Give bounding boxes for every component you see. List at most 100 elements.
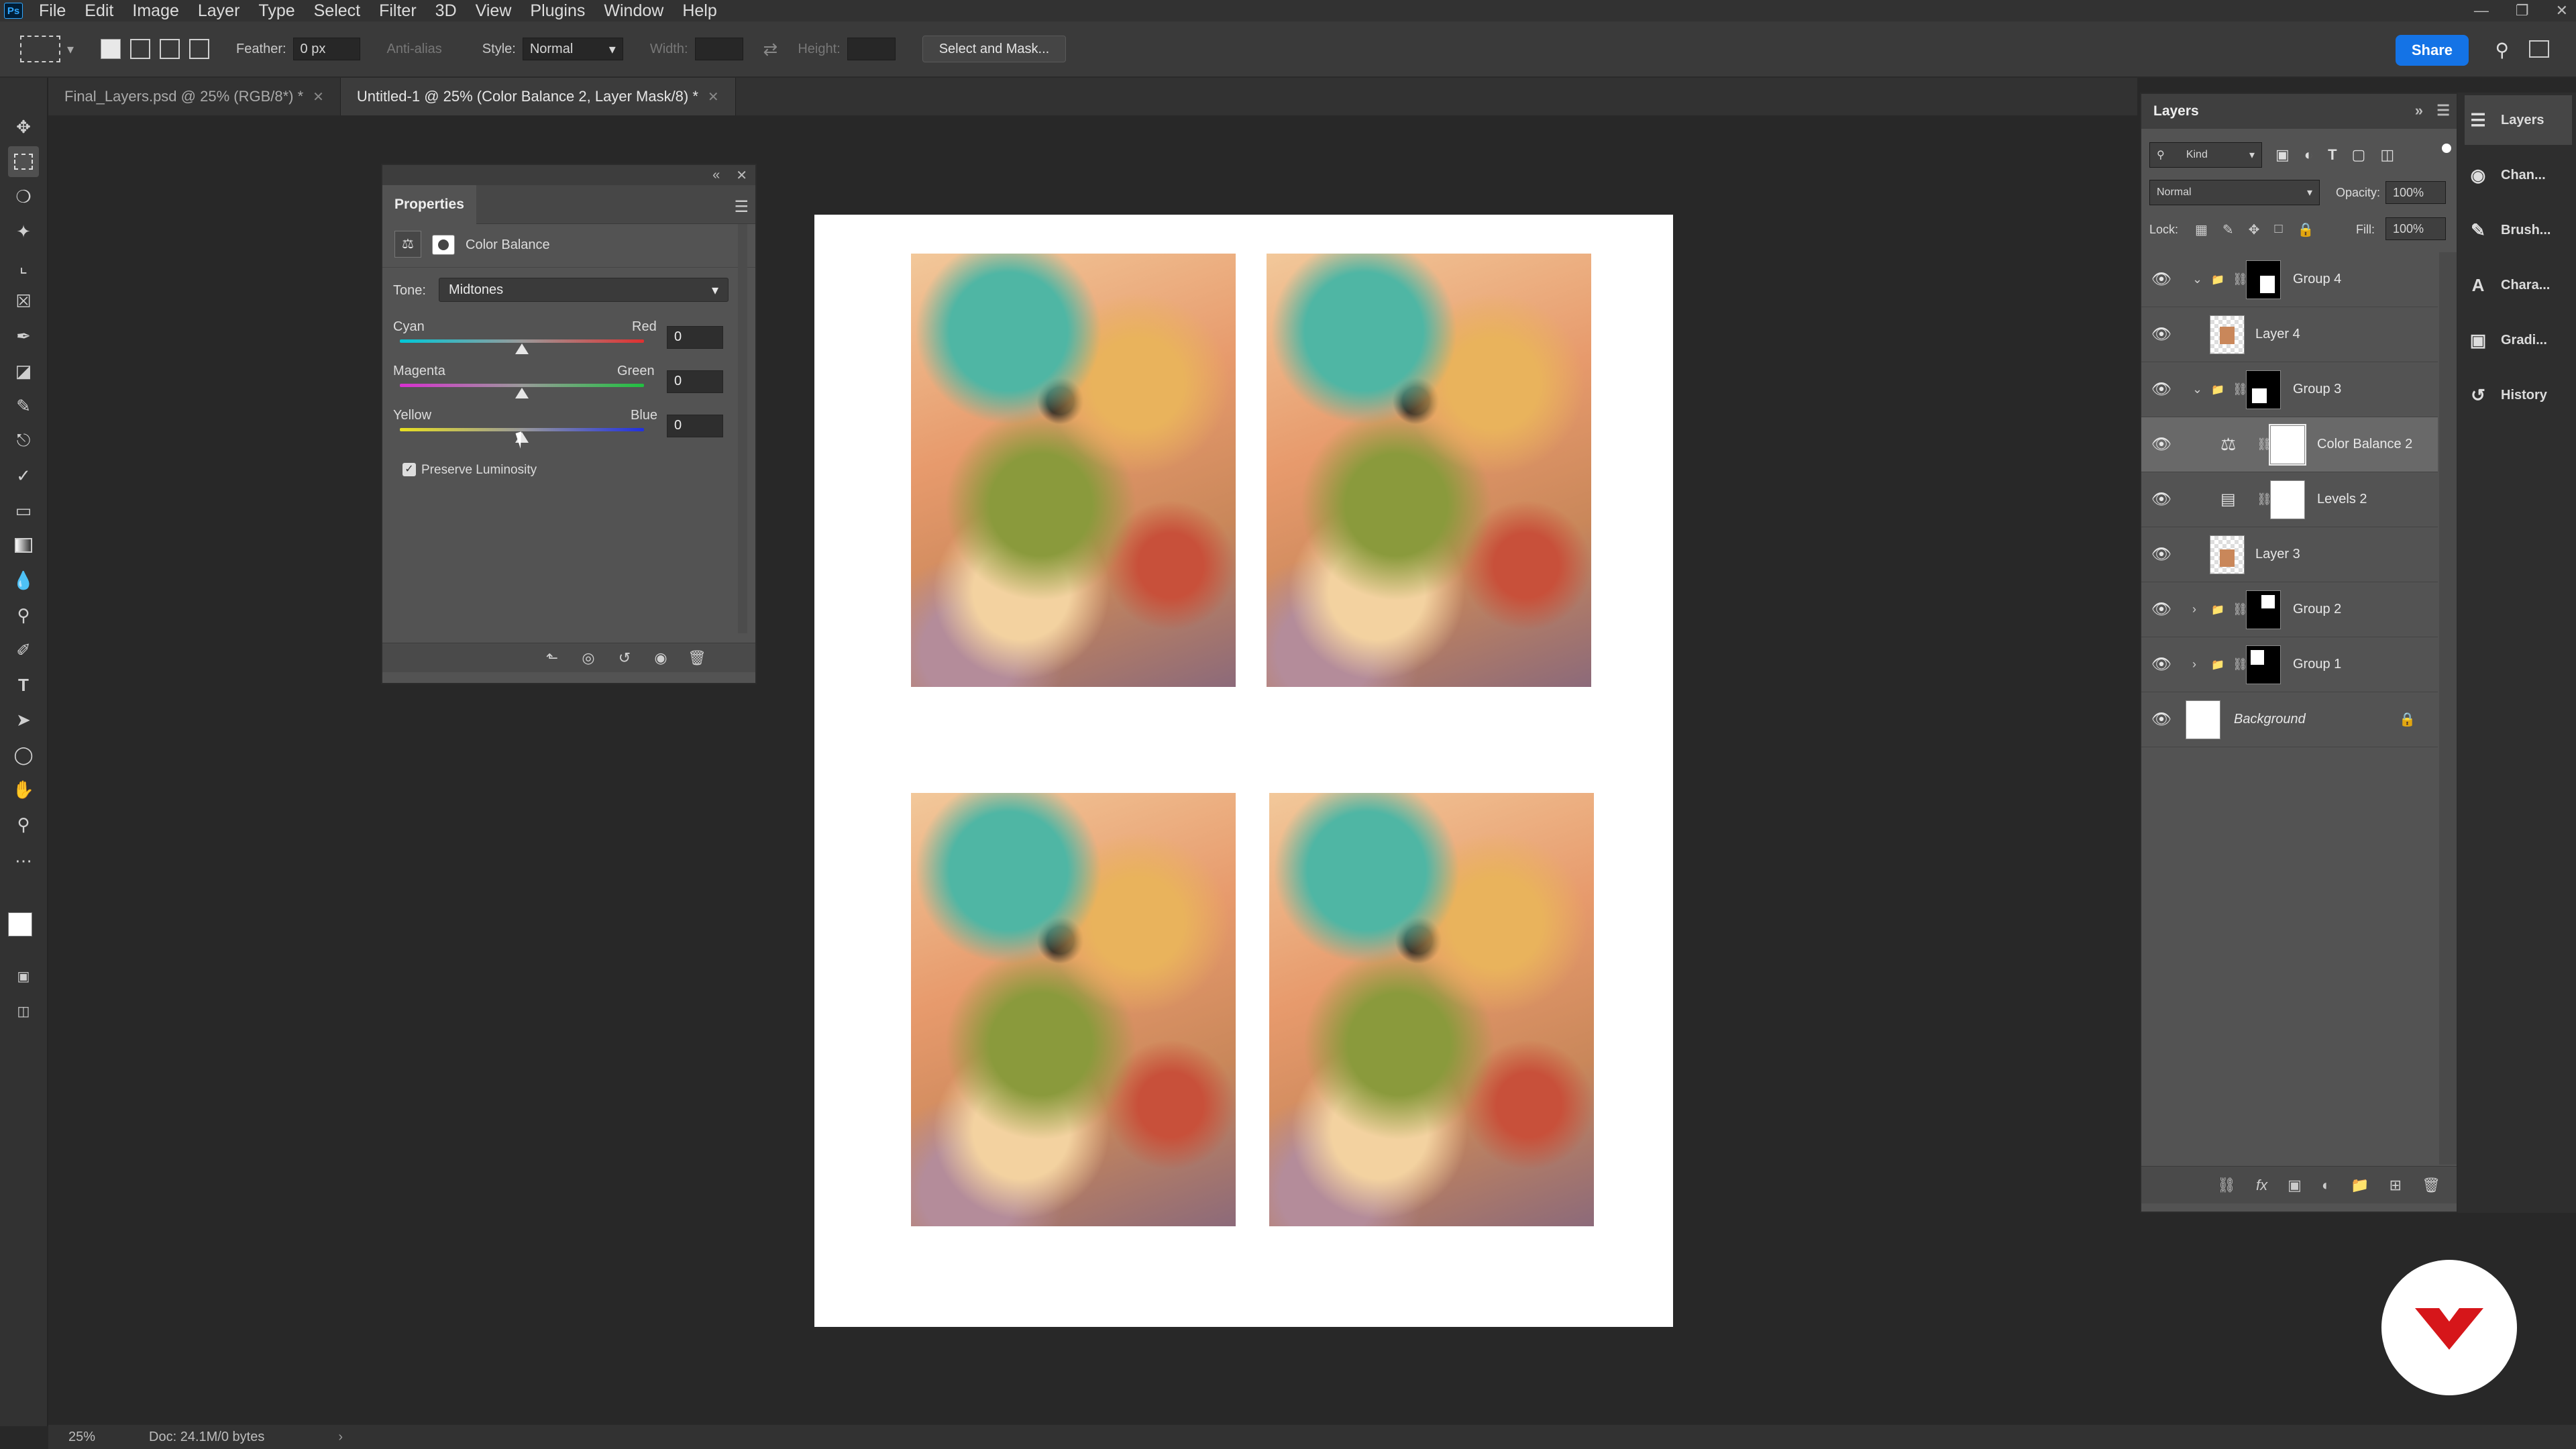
new-group-icon[interactable]: 📁: [2351, 1177, 2369, 1194]
new-layer-icon[interactable]: ⊞: [2390, 1177, 2402, 1194]
link-layers-icon[interactable]: ⛓: [2217, 1177, 2236, 1194]
lock-artboard-icon[interactable]: □: [2274, 221, 2282, 238]
link-icon[interactable]: ⛓: [2257, 492, 2272, 506]
feather-input[interactable]: 0 px: [292, 38, 360, 60]
rect-marquee-icon[interactable]: [20, 36, 60, 62]
eye-icon[interactable]: 👁: [2151, 490, 2171, 509]
zoom-tool-icon[interactable]: ⚲: [8, 809, 39, 840]
menu-layer[interactable]: Layer: [189, 1, 250, 21]
smart-object-filter-icon[interactable]: ◫: [2380, 146, 2394, 164]
layer-row-group-2[interactable]: 👁 › 📁 ⛓ Group 2: [2141, 582, 2438, 637]
close-icon[interactable]: ✕: [736, 167, 747, 184]
chevron-right-icon[interactable]: ›: [2192, 657, 2196, 672]
hand-tool-icon[interactable]: ✋: [8, 774, 39, 805]
tab-untitled-1[interactable]: Untitled-1 @ 25% (Color Balance 2, Layer…: [340, 78, 736, 115]
gradient-tool-icon[interactable]: [8, 530, 39, 561]
layer-thumbnail[interactable]: [2186, 700, 2220, 739]
magic-wand-tool-icon[interactable]: ✦: [8, 216, 39, 247]
layer-row-group-3[interactable]: 👁 ⌄ 📁 ⛓ Group 3: [2141, 362, 2438, 417]
link-icon[interactable]: ⛓: [2233, 272, 2248, 286]
eye-icon[interactable]: 👁: [2151, 545, 2171, 564]
eye-icon[interactable]: 👁: [2151, 710, 2171, 729]
menu-select[interactable]: Select: [305, 1, 370, 21]
dock-brush[interactable]: ✎ Brush...: [2465, 205, 2572, 255]
zoom-level[interactable]: 25%: [68, 1430, 95, 1445]
link-icon[interactable]: ⛓: [2233, 657, 2248, 672]
link-icon[interactable]: ⛓: [2233, 382, 2248, 396]
view-previous-state-icon[interactable]: ◎: [577, 647, 600, 669]
menu-edit[interactable]: Edit: [75, 1, 123, 21]
add-selection-icon[interactable]: [130, 39, 151, 59]
marquee-tool-icon[interactable]: [8, 146, 39, 177]
group-mask-thumbnail[interactable]: [2246, 260, 2281, 299]
collapse-icon[interactable]: «: [712, 168, 720, 183]
width-input[interactable]: [694, 38, 743, 60]
type-tool-icon[interactable]: T: [8, 669, 39, 700]
opacity-input[interactable]: 100%: [2385, 181, 2446, 204]
blend-mode-select[interactable]: Normal ▾: [2149, 180, 2320, 205]
dock-gradients[interactable]: ▣ Gradi...: [2465, 315, 2572, 365]
close-icon[interactable]: ✕: [313, 89, 324, 105]
layer-mask-thumbnail[interactable]: [2270, 480, 2305, 519]
workspace-icon[interactable]: [2529, 40, 2549, 58]
eye-icon[interactable]: 👁: [2151, 270, 2171, 289]
magenta-green-value[interactable]: 0: [667, 370, 723, 393]
lock-position-icon[interactable]: ✥: [2249, 221, 2260, 238]
layer-thumbnail[interactable]: [2210, 315, 2245, 354]
chevron-right-icon[interactable]: ›: [338, 1430, 343, 1445]
quick-mask-icon[interactable]: ▣: [8, 961, 39, 991]
group-mask-thumbnail[interactable]: [2246, 645, 2281, 684]
menu-image[interactable]: Image: [123, 1, 188, 21]
style-select[interactable]: Normal ▾: [522, 38, 623, 60]
share-button[interactable]: Share: [2395, 35, 2469, 66]
frame-tool-icon[interactable]: ☒: [8, 286, 39, 317]
dock-layers[interactable]: ☰ Layers: [2465, 95, 2572, 145]
filter-toggle[interactable]: [2442, 144, 2451, 153]
eyedropper-tool-icon[interactable]: ✒: [8, 321, 39, 352]
lock-transparency-icon[interactable]: ▦: [2195, 221, 2208, 238]
tone-select[interactable]: Midtones ▾: [439, 278, 729, 302]
chevron-right-icon[interactable]: ›: [2192, 602, 2196, 616]
layer-row-background[interactable]: 👁 Background 🔒: [2141, 692, 2438, 747]
trash-icon[interactable]: 🗑: [686, 647, 708, 669]
menu-view[interactable]: View: [466, 1, 521, 21]
lock-pixels-icon[interactable]: ✎: [2222, 221, 2234, 238]
slider-thumb[interactable]: [515, 388, 529, 398]
link-icon[interactable]: ⛓: [2233, 602, 2248, 616]
layer-row-group-4[interactable]: 👁 ⌄ 📁 ⛓ Group 4: [2141, 252, 2438, 307]
trash-icon[interactable]: 🗑: [2422, 1177, 2440, 1194]
close-icon[interactable]: ✕: [2556, 2, 2568, 19]
dodge-tool-icon[interactable]: ⚲: [8, 600, 39, 631]
lasso-tool-icon[interactable]: ❍: [8, 181, 39, 212]
tab-final-layers[interactable]: Final_Layers.psd @ 25% (RGB/8*) * ✕: [48, 78, 341, 115]
layer-row-group-1[interactable]: 👁 › 📁 ⛓ Group 1: [2141, 637, 2438, 692]
history-brush-tool-icon[interactable]: ✓: [8, 460, 39, 491]
subtract-selection-icon[interactable]: [160, 39, 180, 59]
more-tools-icon[interactable]: ⋯: [8, 845, 39, 876]
layer-row-layer-4[interactable]: 👁 Layer 4: [2141, 307, 2438, 362]
dock-channels[interactable]: ◉ Chan...: [2465, 150, 2572, 200]
adjustment-filter-icon[interactable]: ◐: [2304, 146, 2313, 164]
visibility-icon[interactable]: ◉: [649, 647, 672, 669]
collapse-icon[interactable]: »: [2415, 102, 2423, 119]
group-mask-thumbnail[interactable]: [2246, 370, 2281, 409]
magenta-green-slider[interactable]: [400, 384, 644, 387]
add-mask-icon[interactable]: ▣: [2288, 1177, 2302, 1194]
tab-layers[interactable]: Layers » ☰: [2141, 94, 2457, 129]
path-selection-tool-icon[interactable]: ➤: [8, 704, 39, 735]
dock-history[interactable]: ↺ History: [2465, 370, 2572, 420]
menu-file[interactable]: File: [30, 1, 75, 21]
new-selection-icon[interactable]: [101, 39, 121, 59]
minimize-icon[interactable]: —: [2474, 2, 2489, 19]
eye-icon[interactable]: 👁: [2151, 435, 2171, 454]
ellipse-tool-icon[interactable]: ◯: [8, 739, 39, 770]
height-input[interactable]: [847, 38, 896, 60]
layer-mask-icon[interactable]: [432, 235, 455, 255]
preserve-luminosity-checkbox[interactable]: ✓: [402, 463, 416, 476]
menu-window[interactable]: Window: [594, 1, 673, 21]
layer-row-levels-2[interactable]: 👁 ▤ ⛓ Levels 2: [2141, 472, 2438, 527]
layer-thumbnail[interactable]: [2210, 535, 2245, 574]
menu-3d[interactable]: 3D: [426, 1, 466, 21]
restore-icon[interactable]: ❐: [2516, 2, 2529, 19]
group-mask-thumbnail[interactable]: [2246, 590, 2281, 629]
